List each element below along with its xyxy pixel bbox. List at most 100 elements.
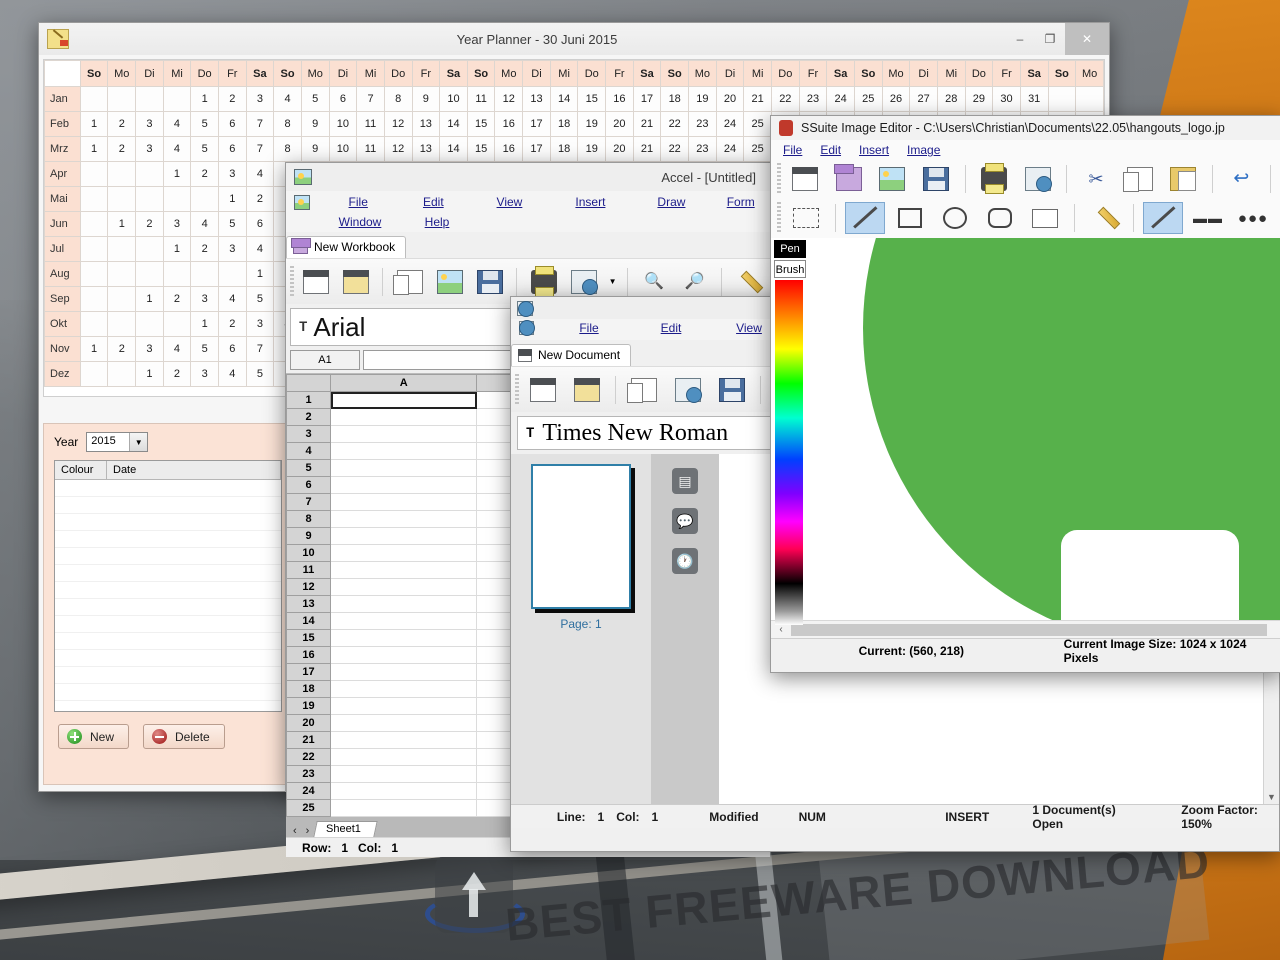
- calendar-day-cell[interactable]: [163, 312, 191, 337]
- calendar-day-cell[interactable]: 12: [384, 112, 412, 137]
- spreadsheet-row-header[interactable]: 25: [287, 800, 331, 817]
- calendar-day-cell[interactable]: 23: [799, 87, 827, 112]
- entries-table-rows[interactable]: [55, 480, 281, 712]
- accel-menu-row-2[interactable]: Window Help: [286, 214, 770, 230]
- calendar-day-cell[interactable]: 7: [246, 137, 274, 162]
- entries-table-row[interactable]: [55, 565, 281, 582]
- spreadsheet-row-header[interactable]: 18: [287, 681, 331, 698]
- calendar-day-cell[interactable]: 1: [80, 337, 108, 362]
- minimize-button[interactable]: –: [1005, 23, 1035, 55]
- calendar-day-cell[interactable]: 19: [689, 87, 717, 112]
- year-dropdown[interactable]: 2015 ▼: [86, 432, 148, 452]
- calendar-day-cell[interactable]: 3: [136, 337, 164, 362]
- accel-titlebar[interactable]: Accel - [Untitled]: [286, 163, 770, 191]
- calendar-day-cell[interactable]: [80, 262, 108, 287]
- rounded-rect-icon-button[interactable]: [980, 202, 1020, 234]
- open-file-button[interactable]: [338, 266, 374, 298]
- spreadsheet-row-header[interactable]: 11: [287, 562, 331, 579]
- year-planner-titlebar[interactable]: Year Planner - 30 Juni 2015 – ❐ ✕: [39, 23, 1109, 55]
- spreadsheet-row-header[interactable]: 20: [287, 715, 331, 732]
- calendar-day-cell[interactable]: 2: [108, 337, 136, 362]
- calendar-day-cell[interactable]: 13: [523, 87, 551, 112]
- calendar-day-cell[interactable]: 9: [301, 137, 329, 162]
- calendar-day-cell[interactable]: 3: [191, 362, 219, 387]
- select-all-corner[interactable]: [287, 375, 331, 392]
- new-icon-button[interactable]: [787, 163, 824, 195]
- calendar-day-cell[interactable]: 25: [854, 87, 882, 112]
- spreadsheet-cell[interactable]: [331, 477, 477, 494]
- wg-paste-button[interactable]: [668, 374, 708, 406]
- sheet-prev-button[interactable]: ‹: [290, 825, 300, 837]
- calendar-day-cell[interactable]: 1: [191, 312, 219, 337]
- ie-menu-edit[interactable]: Edit: [820, 143, 841, 157]
- calendar-day-cell[interactable]: 6: [218, 112, 246, 137]
- calendar-day-cell[interactable]: 11: [467, 87, 495, 112]
- calendar-day-cell[interactable]: [136, 262, 164, 287]
- calendar-day-cell[interactable]: 12: [495, 87, 523, 112]
- calendar-day-cell[interactable]: [1048, 87, 1076, 112]
- calendar-day-cell[interactable]: 5: [191, 337, 219, 362]
- spreadsheet-row-header[interactable]: 14: [287, 613, 331, 630]
- calendar-day-cell[interactable]: 20: [716, 87, 744, 112]
- calendar-day-cell[interactable]: 5: [191, 137, 219, 162]
- calendar-day-cell[interactable]: 29: [965, 87, 993, 112]
- calendar-day-cell[interactable]: 11: [357, 112, 385, 137]
- web-icon-button[interactable]: [1019, 163, 1056, 195]
- spreadsheet-cell[interactable]: [331, 698, 477, 715]
- calendar-day-cell[interactable]: 2: [191, 237, 219, 262]
- toolbar-grip[interactable]: [290, 266, 294, 298]
- spreadsheet-row-header[interactable]: 9: [287, 528, 331, 545]
- wg-toolbar-grip[interactable]: [515, 374, 519, 406]
- entries-table-row[interactable]: [55, 650, 281, 667]
- copy-button[interactable]: [391, 266, 427, 298]
- calendar-day-cell[interactable]: 7: [246, 337, 274, 362]
- spreadsheet-cell[interactable]: [331, 562, 477, 579]
- spreadsheet-cell[interactable]: [331, 528, 477, 545]
- calendar-day-cell[interactable]: 7: [357, 87, 385, 112]
- calendar-day-cell[interactable]: 1: [136, 362, 164, 387]
- calendar-day-cell[interactable]: 22: [771, 87, 799, 112]
- new-button[interactable]: New: [58, 724, 129, 749]
- spreadsheet-row-header[interactable]: 23: [287, 766, 331, 783]
- spreadsheet-cell[interactable]: [331, 783, 477, 800]
- calendar-day-cell[interactable]: 19: [578, 137, 606, 162]
- calendar-day-cell[interactable]: 11: [357, 137, 385, 162]
- calendar-day-cell[interactable]: 4: [246, 237, 274, 262]
- calendar-day-cell[interactable]: 6: [218, 337, 246, 362]
- calendar-day-cell[interactable]: 5: [191, 112, 219, 137]
- image-editor-window[interactable]: SSuite Image Editor - C:\Users\Christian…: [770, 115, 1280, 673]
- accel-menu-row-1[interactable]: File Edit View Insert Draw Form: [286, 194, 770, 214]
- entries-table-row[interactable]: [55, 633, 281, 650]
- entries-table-row[interactable]: [55, 701, 281, 712]
- spreadsheet-row-header[interactable]: 10: [287, 545, 331, 562]
- image-editor-tools[interactable]: ▬▬ ●●●: [771, 198, 1280, 238]
- sheet-tab-sheet1[interactable]: Sheet1: [314, 821, 378, 837]
- calendar-day-cell[interactable]: [108, 362, 136, 387]
- calendar-day-cell[interactable]: 21: [633, 112, 661, 137]
- canvas-horizontal-scrollbar[interactable]: ‹: [771, 620, 1280, 638]
- menu-view[interactable]: View: [469, 194, 549, 214]
- spreadsheet-row-header[interactable]: 22: [287, 749, 331, 766]
- calendar-day-cell[interactable]: 1: [218, 187, 246, 212]
- calendar-day-cell[interactable]: 1: [136, 287, 164, 312]
- calendar-day-cell[interactable]: 16: [495, 137, 523, 162]
- calendar-day-cell[interactable]: 26: [882, 87, 910, 112]
- spreadsheet-row-header[interactable]: 5: [287, 460, 331, 477]
- menu-draw[interactable]: Draw: [631, 194, 711, 214]
- spreadsheet-row-header[interactable]: 4: [287, 443, 331, 460]
- calendar-day-cell[interactable]: [191, 262, 219, 287]
- wg-new-button[interactable]: [523, 374, 563, 406]
- year-planner-window-controls[interactable]: – ❐ ✕: [1005, 23, 1109, 55]
- spreadsheet-row-header[interactable]: 1: [287, 392, 331, 409]
- menu-help[interactable]: Help: [400, 214, 474, 230]
- format-painter-button[interactable]: [730, 266, 766, 298]
- calendar-day-cell[interactable]: 31: [1020, 87, 1048, 112]
- entries-table-row[interactable]: [55, 667, 281, 684]
- calendar-day-cell[interactable]: [80, 362, 108, 387]
- calendar-day-cell[interactable]: 3: [246, 312, 274, 337]
- calendar-day-cell[interactable]: 23: [689, 112, 717, 137]
- accel-menubar[interactable]: File Edit View Insert Draw Form Window H…: [286, 191, 770, 232]
- calendar-day-cell[interactable]: [136, 187, 164, 212]
- calendar-day-cell[interactable]: [218, 262, 246, 287]
- new-file-button[interactable]: [298, 266, 334, 298]
